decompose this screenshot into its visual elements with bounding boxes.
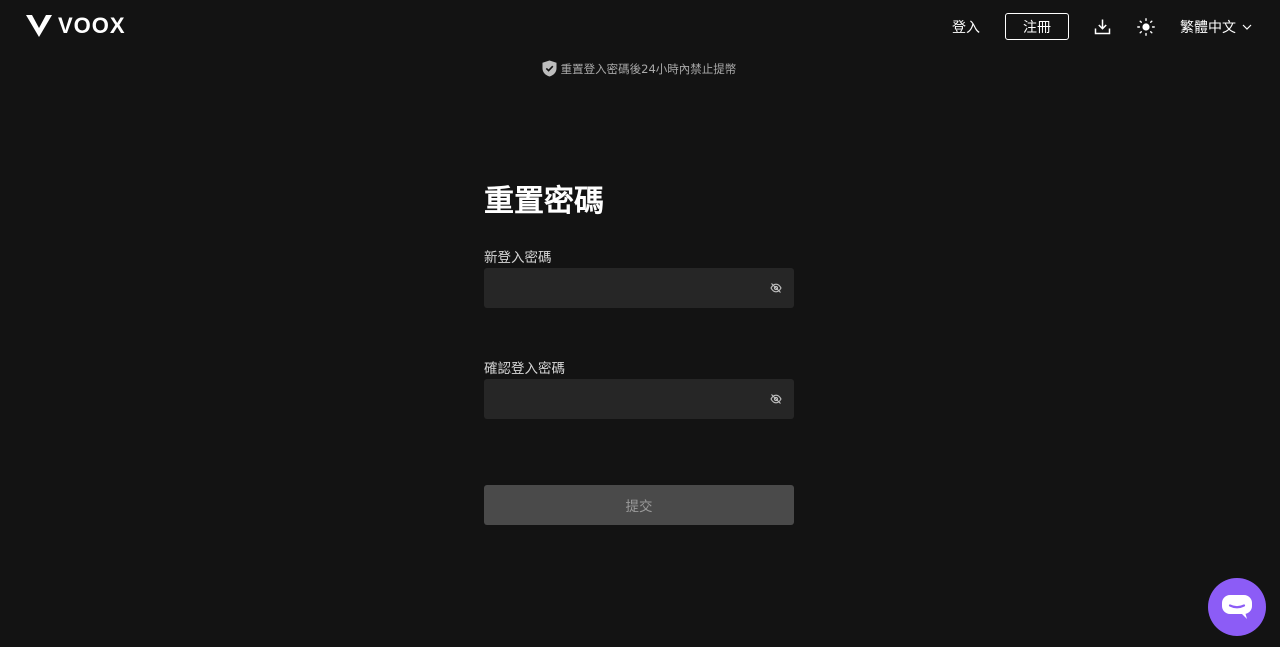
theme-toggle[interactable] xyxy=(1137,17,1155,36)
eye-off-icon[interactable] xyxy=(770,282,782,294)
page-title: 重置密碼 xyxy=(484,184,604,219)
download-button[interactable] xyxy=(1093,18,1111,36)
submit-button[interactable]: 提交 xyxy=(484,485,794,525)
voox-logo[interactable]: VOOX xyxy=(26,14,126,38)
eye-off-icon[interactable] xyxy=(770,393,782,405)
register-button[interactable]: 注冊 xyxy=(1005,13,1069,40)
language-label: 繁體中文 xyxy=(1180,19,1236,36)
voox-logo-icon xyxy=(26,15,52,37)
chat-bubble-icon xyxy=(1222,595,1252,619)
top-header: VOOX 登入 注冊 繁體中文 xyxy=(0,0,1280,52)
header-nav: 登入 注冊 繁體中文 xyxy=(952,13,1252,40)
download-icon xyxy=(1094,19,1110,35)
confirm-password-field xyxy=(484,379,794,419)
withdrawal-notice: 重置登入密碼後24小時內禁止提幣 xyxy=(0,60,1280,77)
shield-check-icon xyxy=(542,60,557,77)
login-link[interactable]: 登入 xyxy=(952,17,980,37)
new-password-input[interactable] xyxy=(484,268,754,308)
notice-text: 重置登入密碼後24小時內禁止提幣 xyxy=(560,61,737,76)
language-selector[interactable]: 繁體中文 xyxy=(1180,17,1252,37)
new-password-label: 新登入密碼 xyxy=(484,250,552,266)
new-password-field xyxy=(484,268,794,308)
confirm-password-input[interactable] xyxy=(484,379,754,419)
sun-icon xyxy=(1137,17,1155,36)
chat-support-button[interactable] xyxy=(1208,578,1266,636)
brand-name: VOOX xyxy=(58,13,126,38)
confirm-password-label: 確認登入密碼 xyxy=(484,361,565,377)
chevron-down-icon xyxy=(1242,24,1252,30)
register-label: 注冊 xyxy=(1023,19,1051,36)
reset-password-form: 重置密碼 新登入密碼 確認登入密碼 提交 xyxy=(484,180,794,525)
